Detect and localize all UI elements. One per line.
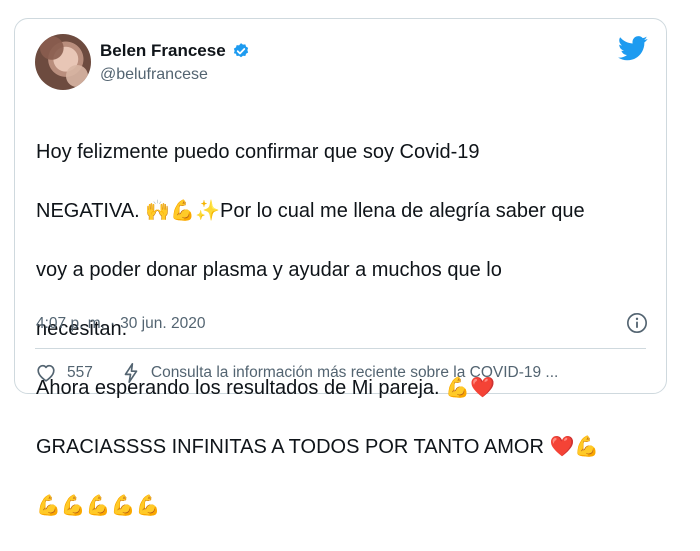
like-count: 557 xyxy=(67,364,93,381)
tweet-date: 30 jun. 2020 xyxy=(120,315,206,332)
author-name-row: Belen Francese xyxy=(100,41,250,61)
avatar-image xyxy=(35,34,91,90)
tweet-line: Hoy felizmente puedo confirmar que soy C… xyxy=(36,140,480,163)
tweet-line: NEGATIVA. 🙌💪✨Por lo cual me llena de ale… xyxy=(36,199,585,222)
verified-badge-icon xyxy=(232,42,250,60)
timestamp-separator: · xyxy=(109,315,116,332)
tweet-line: 💪💪💪💪💪 xyxy=(36,494,161,517)
author-handle[interactable]: @belufrancese xyxy=(100,66,208,84)
tweet-timestamp[interactable]: 4:07 p. m. · 30 jun. 2020 xyxy=(36,315,205,333)
lightning-icon xyxy=(121,362,141,384)
tweet-actions: 557 Consulta la información más reciente… xyxy=(35,362,558,384)
tweet-line: GRACIASSSS INFINITAS A TODOS POR TANTO A… xyxy=(36,435,600,458)
tweet-time: 4:07 p. m. xyxy=(36,315,105,332)
heart-icon xyxy=(35,362,57,384)
avatar[interactable] xyxy=(35,34,91,90)
like-button[interactable]: 557 xyxy=(35,362,93,384)
tweet-card[interactable]: Belen Francese @belufrancese Hoy felizme… xyxy=(14,18,667,517)
covid-info-text: Consulta la información más reciente sob… xyxy=(150,364,559,381)
divider xyxy=(35,348,646,349)
twitter-bird-icon[interactable] xyxy=(618,36,648,61)
info-icon[interactable] xyxy=(626,312,648,334)
author-name[interactable]: Belen Francese xyxy=(100,41,226,61)
covid-info-link[interactable]: Consulta la información más reciente sob… xyxy=(121,362,558,384)
tweet-line: voy a poder donar plasma y ayudar a much… xyxy=(36,258,502,281)
